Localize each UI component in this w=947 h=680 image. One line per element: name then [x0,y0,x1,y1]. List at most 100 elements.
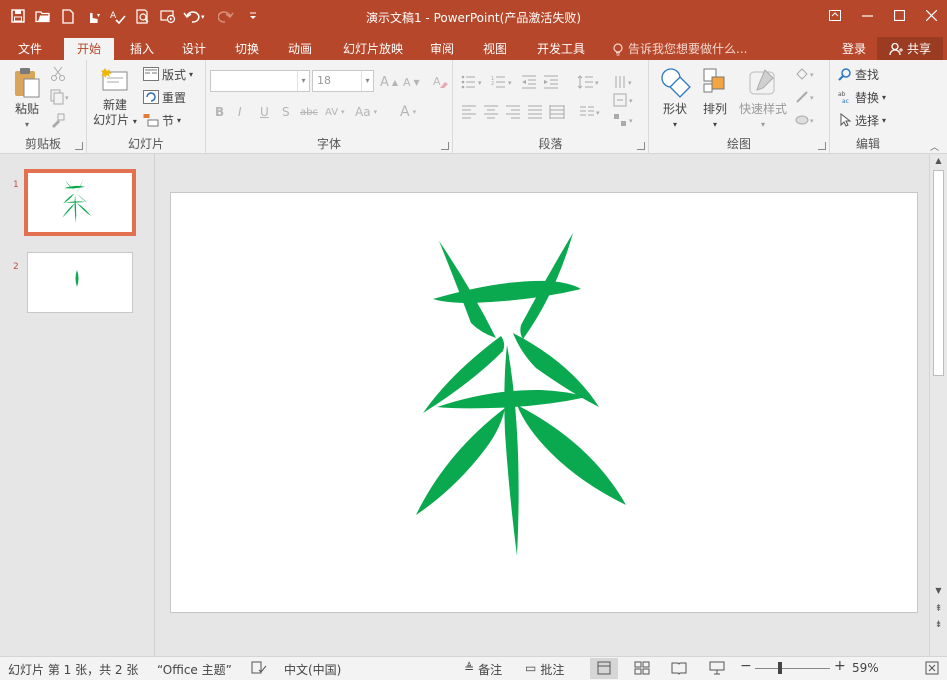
bold-icon[interactable]: B [215,102,224,122]
shape-effects-icon[interactable]: ▾ [795,110,819,130]
minimize-icon[interactable] [851,0,883,30]
tab-design[interactable]: 设计 [172,38,216,60]
drawing-launcher-icon[interactable] [818,142,826,150]
spelling-icon[interactable]: A [106,6,129,26]
shadow-icon[interactable]: S [282,102,290,122]
tab-review[interactable]: 审阅 [420,38,464,60]
share-button[interactable]: 共享 [877,37,943,60]
previous-slide-icon[interactable]: ⇞ [930,602,947,616]
login-link[interactable]: 登录 [842,38,866,60]
zoom-in-icon[interactable]: + [834,658,846,674]
scroll-down-icon[interactable]: ▼ [930,584,947,598]
tab-developer[interactable]: 开发工具 [528,38,594,60]
align-left-icon[interactable] [461,102,477,122]
open-icon[interactable] [31,6,54,26]
shapes-button[interactable]: 形状 ▾ [655,66,695,132]
tab-file[interactable]: 文件 [6,38,54,60]
fit-to-window-icon[interactable] [925,661,939,678]
justify-icon[interactable] [527,102,543,122]
zoom-level[interactable]: 59% [852,661,879,675]
numbering-icon[interactable]: 1 2 ▾ [491,72,515,92]
decrease-indent-icon[interactable] [521,72,537,92]
close-icon[interactable] [915,0,947,30]
text-direction-icon[interactable]: ▾ [613,72,637,92]
comments-button[interactable]: ▭ 批注 [525,661,564,678]
tab-transitions[interactable]: 切换 [225,38,269,60]
maximize-icon[interactable] [883,0,915,30]
italic-icon[interactable]: I [238,102,242,122]
replace-button[interactable]: ab ac 替换 ▾ [838,87,886,107]
scroll-up-icon[interactable]: ▲ [930,154,947,168]
slide-thumbnail-1[interactable] [24,169,136,236]
tab-view[interactable]: 视图 [473,38,517,60]
customize-qat-icon[interactable] [241,6,264,26]
section-button[interactable]: 节 ▾ [143,110,181,130]
reset-button[interactable]: 重置 [143,87,186,107]
language-status[interactable]: 中文(中国) [284,661,341,678]
slide-thumbnail-2[interactable] [27,252,133,313]
line-spacing-icon[interactable]: ▾ [577,72,601,92]
redo-icon[interactable] [213,6,239,26]
scrollbar-thumb[interactable] [933,170,944,376]
arrange-button[interactable]: 排列 ▾ [697,66,733,132]
font-name-dropdown-icon[interactable]: ▾ [297,71,309,91]
spellcheck-icon[interactable] [251,661,267,678]
font-size-dropdown-icon[interactable]: ▾ [361,71,373,91]
new-icon[interactable] [56,6,79,26]
underline-icon[interactable]: U [260,102,269,122]
tab-home[interactable]: 开始 [64,38,114,60]
zoom-slider[interactable] [755,668,830,669]
zoom-slider-handle[interactable] [778,662,782,674]
shape-fill-icon[interactable]: ▾ [795,64,819,84]
align-text-icon[interactable]: ▾ [613,90,637,110]
align-right-icon[interactable] [505,102,521,122]
format-painter-icon[interactable] [50,110,66,130]
reading-view-icon[interactable] [671,661,687,678]
tab-slideshow[interactable]: 幻灯片放映 [333,38,413,60]
new-slide-button[interactable]: 新建 幻灯片 ▾ [91,66,139,129]
tab-animations[interactable]: 动画 [278,38,322,60]
bullets-icon[interactable]: ▾ [461,72,485,92]
save-icon[interactable] [6,6,29,26]
distributed-icon[interactable] [549,102,565,122]
zoom-out-icon[interactable]: − [740,658,752,674]
tell-me-box[interactable]: 告诉我您想要做什么... [613,38,747,60]
grow-font-icon[interactable]: A ▲ [380,72,398,92]
strikethrough-icon[interactable]: abc [300,102,318,122]
columns-icon[interactable]: ▾ [579,102,603,122]
cut-icon[interactable] [50,64,66,84]
paragraph-launcher-icon[interactable] [637,142,645,150]
align-center-icon[interactable] [483,102,499,122]
font-launcher-icon[interactable] [441,142,449,150]
character-spacing-icon[interactable]: AV ▾ [325,102,345,122]
normal-view-icon[interactable] [590,658,618,679]
find-button[interactable]: 查找 [838,64,879,84]
convert-smartart-icon[interactable]: ▾ [613,110,637,130]
increase-indent-icon[interactable] [543,72,559,92]
vertical-scrollbar[interactable]: ▲ ▼ ⇞ ⇟ [929,154,947,656]
current-slide-canvas[interactable] [170,192,918,613]
slide-sorter-icon[interactable] [634,661,650,678]
select-button[interactable]: 选择 ▾ [838,110,886,130]
slideshow-start-icon[interactable] [156,6,179,26]
font-color-icon[interactable]: A ▾ [400,102,416,122]
shrink-font-icon[interactable]: A ▼ [403,72,420,92]
paste-button[interactable]: 粘贴 ▾ [8,66,46,132]
ribbon-display-options-icon[interactable] [819,0,851,30]
clipboard-launcher-icon[interactable] [75,142,83,150]
touch-mode-icon[interactable]: ▾ [81,6,104,26]
next-slide-icon[interactable]: ⇟ [930,618,947,632]
change-case-icon[interactable]: Aa ▾ [355,102,377,122]
preview-icon[interactable] [131,6,154,26]
tab-insert[interactable]: 插入 [120,38,164,60]
quick-styles-button[interactable]: 快速样式 ▾ [735,66,791,132]
undo-icon[interactable]: ▾ [181,6,211,26]
collapse-ribbon-icon[interactable]: ︿ [930,136,939,156]
leaf-character-graphic[interactable] [171,193,917,612]
shape-outline-icon[interactable]: ▾ [795,87,819,107]
layout-button[interactable]: 版式 ▾ [143,64,193,84]
clear-formatting-icon[interactable]: A [432,72,448,92]
copy-icon[interactable]: ▾ [50,87,70,107]
font-size-combo[interactable]: 18 ▾ [312,70,374,92]
slideshow-view-icon[interactable] [709,661,725,678]
